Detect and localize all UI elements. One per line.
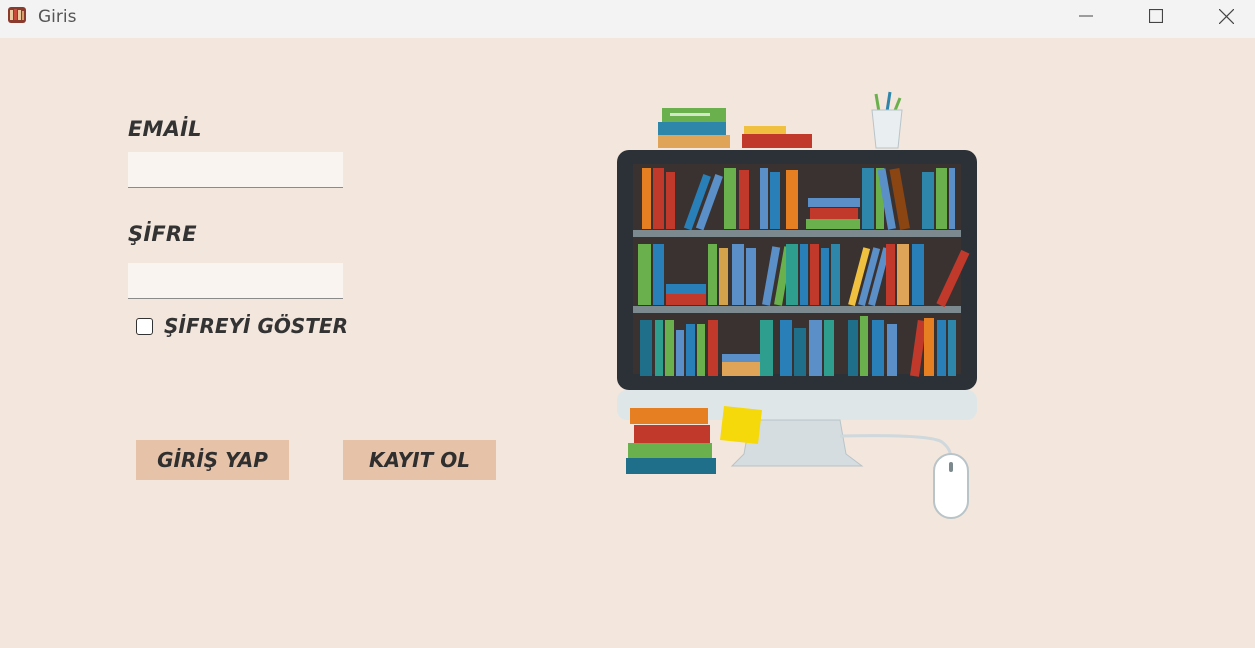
- login-button[interactable]: GİRİŞ YAP: [136, 440, 289, 480]
- minimize-icon: [1079, 15, 1093, 17]
- close-icon: [1218, 8, 1234, 24]
- register-button[interactable]: KAYIT OL: [343, 440, 496, 480]
- maximize-button[interactable]: [1121, 0, 1191, 32]
- mouse-cable: [839, 434, 952, 459]
- maximize-icon: [1149, 9, 1163, 23]
- title-bar: Giris: [0, 0, 1255, 38]
- computer-bookshelf-illustration: [617, 91, 977, 519]
- email-label: EMAİL: [128, 117, 202, 141]
- show-password-checkbox[interactable]: [136, 317, 153, 335]
- top-book-stack-2: [742, 126, 812, 148]
- pencil-cup: [871, 91, 903, 149]
- email-field[interactable]: [128, 152, 343, 188]
- app-icon: [8, 7, 26, 23]
- desk-book-stack: [626, 408, 716, 474]
- close-button[interactable]: [1191, 0, 1255, 32]
- sticky-note: [720, 406, 762, 444]
- top-book-stack: [658, 108, 730, 148]
- window-title: Giris: [38, 7, 77, 27]
- password-field[interactable]: [128, 263, 343, 299]
- show-password-toggle[interactable]: ŞİFREYİ GÖSTER: [136, 314, 348, 338]
- password-label: ŞİFRE: [128, 222, 197, 246]
- show-password-label: ŞİFREYİ GÖSTER: [164, 314, 348, 338]
- minimize-button[interactable]: [1051, 0, 1121, 32]
